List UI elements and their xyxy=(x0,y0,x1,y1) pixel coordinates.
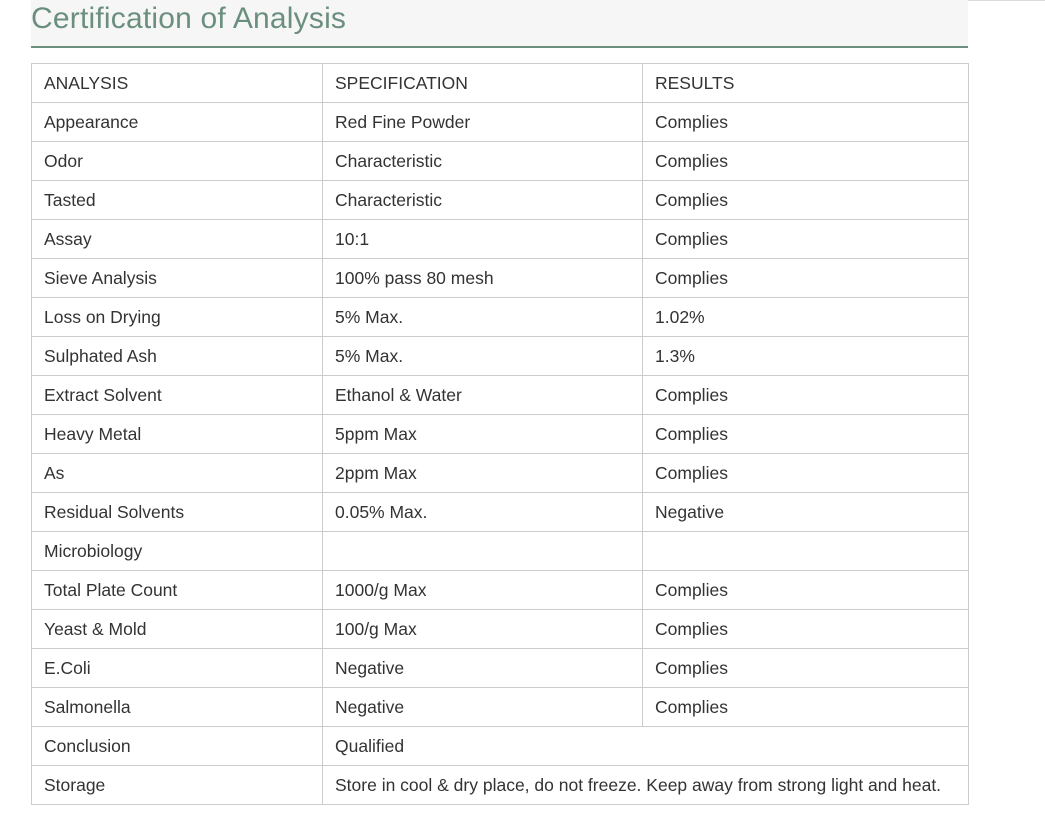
cell-results: 1.3% xyxy=(642,336,969,376)
cell-results: 1.02% xyxy=(642,297,969,337)
cell-results xyxy=(642,531,969,571)
table-row: Odor Characteristic Complies xyxy=(31,141,969,181)
cell-specification: Negative xyxy=(322,687,643,727)
table-row-merged: Conclusion Qualified xyxy=(31,726,969,766)
cell-specification: Characteristic xyxy=(322,180,643,220)
cell-specification: 0.05% Max. xyxy=(322,492,643,532)
cell-results: Complies xyxy=(642,375,969,415)
cell-analysis: Storage xyxy=(31,765,323,805)
cell-results: Complies xyxy=(642,414,969,454)
cell-analysis: Sulphated Ash xyxy=(31,336,323,376)
cell-analysis: Assay xyxy=(31,219,323,259)
table-row: Salmonella Negative Complies xyxy=(31,687,969,727)
cell-analysis: Loss on Drying xyxy=(31,297,323,337)
cell-results: Complies xyxy=(642,687,969,727)
cell-specification: 10:1 xyxy=(322,219,643,259)
table-row: Tasted Characteristic Complies xyxy=(31,180,969,220)
cell-specification: Ethanol & Water xyxy=(322,375,643,415)
table-row: Appearance Red Fine Powder Complies xyxy=(31,102,969,142)
table-row: Residual Solvents 0.05% Max. Negative xyxy=(31,492,969,532)
cell-results: Negative xyxy=(642,492,969,532)
cell-results: Complies xyxy=(642,219,969,259)
table-row: Sieve Analysis 100% pass 80 mesh Complies xyxy=(31,258,969,298)
cell-results: Complies xyxy=(642,609,969,649)
cell-results: Complies xyxy=(642,648,969,688)
cell-analysis: Odor xyxy=(31,141,323,181)
cell-analysis: Microbiology xyxy=(31,531,323,571)
cell-analysis: Sieve Analysis xyxy=(31,258,323,298)
cell-analysis: Appearance xyxy=(31,102,323,142)
cell-specification: 5ppm Max xyxy=(322,414,643,454)
cell-specification: 100/g Max xyxy=(322,609,643,649)
table-row: As 2ppm Max Complies xyxy=(31,453,969,493)
page-title: Certification of Analysis xyxy=(31,2,347,35)
table-row: Sulphated Ash 5% Max. 1.3% xyxy=(31,336,969,376)
cell-specification: 5% Max. xyxy=(322,297,643,337)
title-section: Certification of Analysis xyxy=(31,0,968,48)
cell-specification: Red Fine Powder xyxy=(322,102,643,142)
table-row: Total Plate Count 1000/g Max Complies xyxy=(31,570,969,610)
table-row: Microbiology xyxy=(31,531,969,571)
cell-analysis: Total Plate Count xyxy=(31,570,323,610)
table-row: Extract Solvent Ethanol & Water Complies xyxy=(31,375,969,415)
cell-specification: Characteristic xyxy=(322,141,643,181)
cell-results: Complies xyxy=(642,570,969,610)
analysis-table: ANALYSIS SPECIFICATION RESULTS Appearanc… xyxy=(31,63,969,805)
header-specification: SPECIFICATION xyxy=(322,63,643,103)
cell-results: Complies xyxy=(642,102,969,142)
cell-results: Complies xyxy=(642,258,969,298)
analysis-table-body: ANALYSIS SPECIFICATION RESULTS Appearanc… xyxy=(31,63,969,805)
table-row: Assay 10:1 Complies xyxy=(31,219,969,259)
cell-analysis: As xyxy=(31,453,323,493)
cell-analysis: Conclusion xyxy=(31,726,323,766)
cell-merged-value: Store in cool & dry place, do not freeze… xyxy=(322,765,969,805)
top-divider xyxy=(968,0,1045,1)
cell-specification: 5% Max. xyxy=(322,336,643,376)
header-results: RESULTS xyxy=(642,63,969,103)
cell-results: Complies xyxy=(642,141,969,181)
table-row: Yeast & Mold 100/g Max Complies xyxy=(31,609,969,649)
cell-results: Complies xyxy=(642,453,969,493)
cell-merged-value: Qualified xyxy=(322,726,969,766)
table-header-row: ANALYSIS SPECIFICATION RESULTS xyxy=(31,63,969,103)
cell-specification: 1000/g Max xyxy=(322,570,643,610)
cell-analysis: Tasted xyxy=(31,180,323,220)
cell-results: Complies xyxy=(642,180,969,220)
cell-analysis: Residual Solvents xyxy=(31,492,323,532)
cell-analysis: Yeast & Mold xyxy=(31,609,323,649)
cell-specification: 2ppm Max xyxy=(322,453,643,493)
cell-specification xyxy=(322,531,643,571)
table-row: Heavy Metal 5ppm Max Complies xyxy=(31,414,969,454)
table-row-merged: Storage Store in cool & dry place, do not… xyxy=(31,765,969,805)
cell-analysis: Heavy Metal xyxy=(31,414,323,454)
cell-analysis: E.Coli xyxy=(31,648,323,688)
cell-analysis: Salmonella xyxy=(31,687,323,727)
cell-analysis: Extract Solvent xyxy=(31,375,323,415)
table-row: Loss on Drying 5% Max. 1.02% xyxy=(31,297,969,337)
cell-specification: 100% pass 80 mesh xyxy=(322,258,643,298)
cell-specification: Negative xyxy=(322,648,643,688)
table-row: E.Coli Negative Complies xyxy=(31,648,969,688)
header-analysis: ANALYSIS xyxy=(31,63,323,103)
